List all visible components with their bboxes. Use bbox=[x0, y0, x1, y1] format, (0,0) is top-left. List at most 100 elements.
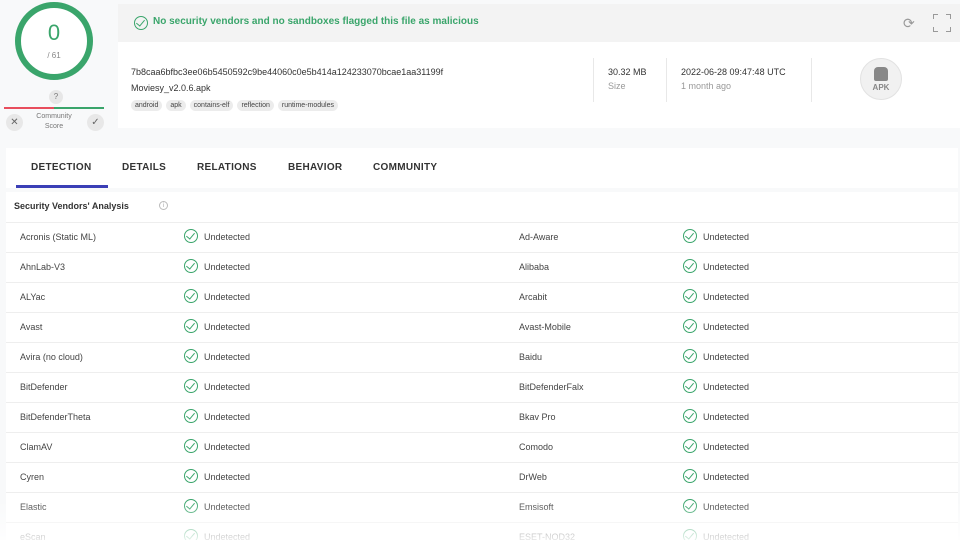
check-circle-icon bbox=[184, 379, 198, 393]
android-icon bbox=[874, 67, 888, 81]
status-banner: No security vendors and no sandboxes fla… bbox=[118, 4, 960, 42]
vendor-status: Undetected bbox=[703, 442, 750, 452]
score-detections: 0 bbox=[47, 20, 61, 45]
info-icon[interactable]: i bbox=[159, 201, 168, 210]
table-row: AhnLab-V3 Undetected Alibaba Undetected bbox=[6, 252, 958, 282]
vendor-status: Undetected bbox=[703, 322, 750, 332]
vendor-status: Undetected bbox=[703, 352, 750, 362]
vendor-name: eScan bbox=[20, 532, 46, 540]
file-hash[interactable]: 7b8caa6bfbc3ee06b5450592c9be44060c0e5b41… bbox=[131, 67, 443, 77]
file-size-label: Size bbox=[608, 81, 626, 91]
check-circle-icon bbox=[184, 469, 198, 483]
check-circle-icon bbox=[683, 409, 697, 423]
vendor-name: BitDefenderTheta bbox=[20, 412, 91, 422]
vendor-status: Undetected bbox=[204, 442, 251, 452]
table-row: BitDefenderTheta Undetected Bkav Pro Undete… bbox=[6, 402, 958, 432]
check-circle-icon bbox=[683, 319, 697, 333]
vendor-name: BitDefenderFalx bbox=[519, 382, 584, 392]
file-size: 30.32 MB bbox=[608, 67, 647, 77]
vendors-analysis: Security Vendors' Analysis i Acronis (St… bbox=[6, 192, 958, 540]
check-circle-icon bbox=[184, 349, 198, 363]
vendor-status: Undetected bbox=[204, 232, 251, 242]
check-circle-icon bbox=[184, 259, 198, 273]
expand-icon[interactable] bbox=[933, 14, 951, 32]
community-score-label: Community Score bbox=[36, 113, 72, 130]
file-name: Moviesy_v2.0.6.apk bbox=[131, 83, 211, 93]
vendor-name: ClamAV bbox=[20, 442, 53, 452]
check-circle-icon bbox=[184, 409, 198, 423]
tag-apk[interactable]: apk bbox=[166, 100, 186, 111]
check-circle-icon bbox=[184, 229, 198, 243]
check-circle-icon bbox=[184, 319, 198, 333]
refresh-icon[interactable]: ⟳ bbox=[903, 16, 917, 30]
vendor-name: Cyren bbox=[20, 472, 45, 482]
tag-contains-elf[interactable]: contains-elf bbox=[189, 100, 234, 111]
tab-details[interactable]: DETAILS bbox=[122, 162, 166, 173]
tab-relations[interactable]: RELATIONS bbox=[197, 162, 257, 173]
status-message: No security vendors and no sandboxes fla… bbox=[153, 16, 479, 27]
table-row: Avast Undetected Avast-Mobile Undetected bbox=[6, 312, 958, 342]
check-circle-icon bbox=[184, 499, 198, 513]
vendor-name: Arcabit bbox=[519, 292, 548, 302]
tab-community[interactable]: COMMUNITY bbox=[373, 162, 437, 173]
table-row: BitDefender Undetected BitDefenderFalx Unde… bbox=[6, 372, 958, 402]
vendor-status: Undetected bbox=[204, 502, 251, 512]
vendor-name: Acronis (Static ML) bbox=[20, 232, 97, 242]
unknown-icon[interactable]: ? bbox=[49, 90, 63, 104]
check-circle-icon bbox=[683, 469, 697, 483]
tab-bar: DETECTION DETAILS RELATIONS BEHAVIOR COM… bbox=[6, 148, 958, 188]
divider bbox=[666, 58, 667, 102]
table-row: ClamAV Undetected Comodo Undetected bbox=[6, 432, 958, 462]
table-row: Avira (no cloud) Undetected Baidu Undetecte… bbox=[6, 342, 958, 372]
divider bbox=[811, 58, 812, 102]
vendor-status: Undetected bbox=[204, 472, 251, 482]
check-circle-icon bbox=[184, 289, 198, 303]
vendor-status: Undetected bbox=[204, 262, 251, 272]
table-row: Cyren Undetected DrWeb Undetected bbox=[6, 462, 958, 492]
vendor-name: Avast-Mobile bbox=[519, 322, 571, 332]
check-circle-icon bbox=[683, 229, 697, 243]
score-ring: 0 / 61 bbox=[15, 2, 93, 80]
vendor-status: Undetected bbox=[703, 502, 750, 512]
vendor-status: Undetected bbox=[204, 322, 251, 332]
file-tags: android apk contains-elf reflection runt… bbox=[131, 100, 338, 111]
tag-reflection[interactable]: reflection bbox=[237, 100, 274, 111]
vendor-name: AhnLab-V3 bbox=[20, 262, 66, 272]
check-circle-icon bbox=[683, 499, 697, 513]
tag-android[interactable]: android bbox=[131, 100, 163, 111]
vendor-name: Comodo bbox=[519, 442, 554, 452]
vendor-status: Undetected bbox=[204, 412, 251, 422]
tag-runtime-modules[interactable]: runtime-modules bbox=[277, 100, 338, 111]
tab-behavior[interactable]: BEHAVIOR bbox=[288, 162, 342, 173]
active-tab-indicator bbox=[16, 185, 108, 188]
vendor-status: Undetected bbox=[204, 352, 251, 362]
vendor-status: Undetected bbox=[204, 532, 251, 540]
check-circle-icon bbox=[683, 379, 697, 393]
vendor-status: Undetected bbox=[703, 412, 750, 422]
file-info-panel: 7b8caa6bfbc3ee06b5450592c9be44060c0e5b41… bbox=[118, 42, 960, 128]
vendor-status: Undetected bbox=[204, 292, 251, 302]
vendor-name: Baidu bbox=[519, 352, 543, 362]
vendor-status: Undetected bbox=[703, 262, 750, 272]
divider bbox=[593, 58, 594, 102]
vendor-name: ALYac bbox=[20, 292, 46, 302]
vendor-name: DrWeb bbox=[519, 472, 547, 482]
vote-harmful-button[interactable]: ✕ bbox=[6, 114, 23, 131]
scan-date: 2022-06-28 09:47:48 UTC bbox=[681, 67, 786, 77]
vote-harmless-button[interactable]: ✓ bbox=[87, 114, 104, 131]
table-row: Elastic Undetected Emsisoft Undetected bbox=[6, 492, 958, 522]
check-circle-icon bbox=[683, 349, 697, 363]
scan-date-relative: 1 month ago bbox=[681, 81, 732, 91]
table-row: ALYac Undetected Arcabit Undetected bbox=[6, 282, 958, 312]
vendor-name: Avast bbox=[20, 322, 43, 332]
vendor-name: Emsisoft bbox=[519, 502, 554, 512]
score-total: / 61 bbox=[47, 51, 61, 60]
vendor-status: Undetected bbox=[703, 292, 750, 302]
community-score-bar bbox=[4, 107, 104, 109]
vendor-status: Undetected bbox=[703, 472, 750, 482]
vendor-status: Undetected bbox=[703, 382, 750, 392]
tab-detection[interactable]: DETECTION bbox=[31, 162, 91, 173]
table-row: Acronis (Static ML) Undetected Ad-Aware Und… bbox=[6, 222, 958, 252]
vendor-status: Undetected bbox=[204, 382, 251, 392]
detection-score: 0 / 61 bbox=[12, 2, 96, 86]
